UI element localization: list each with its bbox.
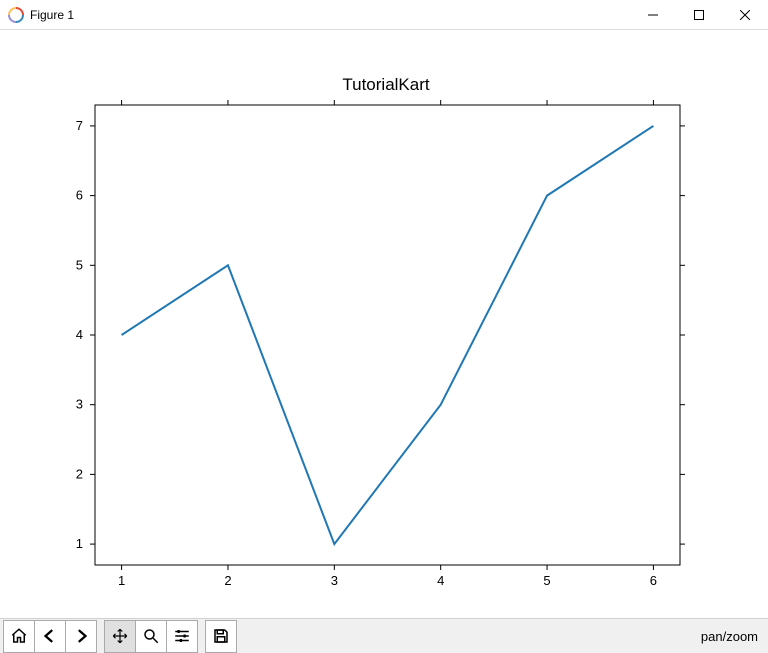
window-title: Figure 1 [30, 8, 74, 22]
y-ticks: 1 2 3 4 5 6 7 [76, 118, 685, 551]
window-titlebar: Figure 1 [0, 0, 768, 30]
axes-frame [95, 105, 680, 565]
toolbar: pan/zoom [0, 618, 768, 653]
svg-text:6: 6 [76, 188, 83, 203]
data-line [122, 126, 654, 544]
chart-title: TutorialKart [342, 75, 430, 94]
zoom-button[interactable] [135, 620, 167, 653]
svg-text:1: 1 [76, 536, 83, 551]
app-icon [8, 7, 24, 23]
svg-text:4: 4 [437, 573, 444, 588]
back-button[interactable] [34, 620, 66, 653]
save-button[interactable] [205, 620, 237, 653]
svg-text:1: 1 [118, 573, 125, 588]
svg-text:5: 5 [543, 573, 550, 588]
svg-text:3: 3 [76, 397, 83, 412]
close-button[interactable] [722, 0, 768, 30]
x-ticks: 1 2 3 4 5 6 [118, 100, 657, 588]
svg-text:5: 5 [76, 257, 83, 272]
svg-text:3: 3 [331, 573, 338, 588]
plot-area: TutorialKart 1 2 3 4 5 6 1 2 3 4 5 6 7 [0, 30, 768, 618]
configure-button[interactable] [166, 620, 198, 653]
minimize-button[interactable] [630, 0, 676, 30]
status-text: pan/zoom [701, 629, 758, 644]
svg-text:7: 7 [76, 118, 83, 133]
svg-text:6: 6 [650, 573, 657, 588]
svg-text:2: 2 [76, 466, 83, 481]
svg-text:4: 4 [76, 327, 83, 342]
pan-button[interactable] [104, 620, 136, 653]
forward-button[interactable] [65, 620, 97, 653]
chart[interactable]: TutorialKart 1 2 3 4 5 6 1 2 3 4 5 6 7 [0, 30, 768, 618]
maximize-button[interactable] [676, 0, 722, 30]
home-button[interactable] [3, 620, 35, 653]
svg-text:2: 2 [224, 573, 231, 588]
